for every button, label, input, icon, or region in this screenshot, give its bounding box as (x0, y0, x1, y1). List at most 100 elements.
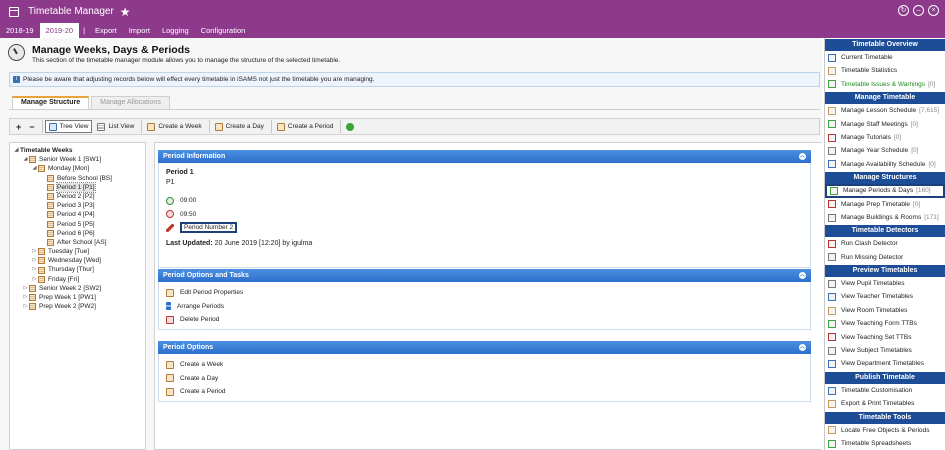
sidebar-item[interactable]: Timetable Statistics (825, 64, 945, 77)
tree-view-button[interactable]: Tree View (44, 120, 93, 133)
menu-item-2019-20[interactable]: 2019-20 (39, 23, 80, 38)
calendar-add-icon (214, 122, 223, 131)
tab-divider (9, 109, 820, 110)
tree-node[interactable]: ◢ Senior Week 1 [SW1] (10, 155, 145, 164)
collapse-icon[interactable]: ︿ (799, 153, 806, 160)
delete-period-link[interactable]: Delete Period (166, 313, 803, 327)
tree-node[interactable]: Period 2 [P2] (10, 192, 145, 201)
list-view-button[interactable]: List View (94, 120, 137, 133)
sidebar-item[interactable]: View Teaching Form TTBs (825, 317, 945, 330)
edit-period-properties-link[interactable]: Edit Period Properties (166, 286, 803, 300)
last-updated: Last Updated: 20 June 2019 [12:20] by ig… (166, 240, 803, 247)
tree-node[interactable]: Period 4 [P4] (10, 210, 145, 219)
sidebar-item-label: Manage Year Schedule (841, 147, 909, 155)
tree-node-label: Friday [Fri] (48, 275, 80, 283)
panel-header[interactable]: Period Information ︿ (158, 150, 811, 163)
tree-root[interactable]: ◢ Timetable Weeks (10, 146, 145, 155)
link-label: Create a Period (180, 388, 226, 396)
sidebar-item[interactable]: Current Timetable (825, 51, 945, 64)
sidebar-item[interactable]: View Department Timetables (825, 357, 945, 370)
expand-arrow-icon[interactable]: ▷ (31, 275, 38, 284)
sidebar-item[interactable]: View Teacher Timetables (825, 290, 945, 303)
sidebar-item[interactable]: Manage Prep Timetable [0] (825, 198, 945, 211)
panel-header[interactable]: Period Options and Tasks ︿ (158, 269, 811, 282)
sidebar-item[interactable]: Timetable Spreadsheets (825, 437, 945, 450)
menu-item-export[interactable]: Export (89, 23, 123, 38)
sidebar-item[interactable]: Locate Free Objects & Periods (825, 424, 945, 437)
expand-all-button[interactable]: + (13, 120, 24, 133)
menu-item-import[interactable]: Import (123, 23, 156, 38)
create-week-button[interactable]: Create a Week (144, 120, 204, 133)
menu-item-configuration[interactable]: Configuration (195, 23, 252, 38)
tree-node[interactable]: Period 1 [P1] (10, 181, 145, 193)
expand-arrow-icon[interactable]: ▷ (31, 265, 38, 274)
arrange-periods-link[interactable]: Arrange Periods (166, 300, 803, 314)
tree-node[interactable]: ◢ Monday [Mon] (10, 164, 145, 173)
menu-item-logging[interactable]: Logging (156, 23, 195, 38)
tree-node[interactable]: ▷ Prep Week 2 [PW2] (10, 302, 145, 311)
refresh-icon[interactable]: ↻ (898, 5, 909, 16)
favourite-star-icon[interactable]: ★ (120, 6, 131, 18)
menu-item-2018-19[interactable]: 2018-19 (0, 23, 40, 38)
sidebar-item-icon (828, 133, 836, 142)
tree-node[interactable]: ▷ Thursday [Thur] (10, 265, 145, 274)
tree-node[interactable]: ▷ Friday [Fri] (10, 275, 145, 284)
sidebar-item[interactable]: View Subject Timetables (825, 344, 945, 357)
tree-node[interactable]: Before School [BS] (10, 174, 145, 183)
tree-node[interactable]: Period 5 [P5] (10, 220, 145, 229)
create-week-link[interactable]: Create a Week (166, 358, 803, 372)
calendar-node-icon (47, 220, 54, 228)
collapse-icon[interactable]: ︿ (799, 344, 806, 351)
tree-node[interactable]: Period 3 [P3] (10, 201, 145, 210)
expand-arrow-icon[interactable]: ◢ (31, 164, 38, 173)
sidebar-item-label: Timetable Statistics (841, 67, 898, 75)
collapse-all-button[interactable]: − (26, 120, 37, 133)
sidebar-item[interactable]: Manage Lesson Schedule [7,615] (825, 104, 945, 117)
sidebar-item-icon (828, 120, 836, 129)
refresh-button[interactable] (343, 120, 360, 133)
create-day-link[interactable]: Create a Day (166, 372, 803, 386)
tree-node[interactable]: ▷ Senior Week 2 [SW2] (10, 284, 145, 293)
panel-header[interactable]: Period Options ︿ (158, 341, 811, 354)
tree-node[interactable]: Period 6 [P6] (10, 229, 145, 238)
sidebar-item[interactable]: View Room Timetables (825, 304, 945, 317)
minimize-icon[interactable]: – (913, 5, 924, 16)
create-period-link[interactable]: Create a Period (166, 385, 803, 399)
sidebar-item[interactable]: Manage Staff Meetings [0] (825, 118, 945, 131)
sidebar-item[interactable]: View Pupil Timetables (825, 277, 945, 290)
sidebar-item[interactable]: Manage Year Schedule [0] (825, 144, 945, 157)
collapse-arrow-icon[interactable]: ◢ (13, 146, 20, 155)
sidebar-item-icon (828, 80, 836, 89)
tree-node[interactable]: After School [AS] (10, 238, 145, 247)
sidebar-item[interactable]: Timetable Customisation (825, 384, 945, 397)
expand-arrow-icon[interactable]: ▷ (31, 247, 38, 256)
collapse-icon[interactable]: ︿ (799, 272, 806, 279)
sidebar-item[interactable]: Timetable Issues & Warnings [0] (825, 78, 945, 91)
sidebar-item[interactable]: Run Clash Detector (825, 237, 945, 250)
sidebar-item[interactable]: Manage Tutorials [0] (825, 131, 945, 144)
tab-manage-structure[interactable]: Manage Structure (12, 96, 90, 109)
create-period-button[interactable]: Create a Period (274, 120, 337, 133)
sidebar-item-icon (828, 213, 836, 222)
tree-node-label: Prep Week 1 [PW1] (39, 294, 96, 301)
sidebar-item[interactable]: Export & Print Timetables (825, 397, 945, 410)
sidebar-item[interactable]: Manage Buildings & Rooms [171] (825, 211, 945, 224)
calendar-node-icon (38, 248, 45, 256)
expand-arrow-icon[interactable]: ◢ (22, 155, 29, 164)
tab-manage-allocations[interactable]: Manage Allocations (91, 96, 170, 109)
expand-arrow-icon[interactable]: ▷ (22, 302, 29, 311)
sidebar-item[interactable]: Manage Periods & Days [160] (825, 184, 945, 198)
sidebar-item[interactable]: Manage Availability Schedule [0] (825, 158, 945, 171)
tree-node[interactable]: ▷ Prep Week 1 [PW1] (10, 293, 145, 302)
sidebar-item-label: Run Missing Detector (841, 253, 904, 261)
create-day-button[interactable]: Create a Day (212, 120, 267, 133)
tree-node-label: Period 3 [P3] (57, 202, 95, 210)
sidebar-item[interactable]: Run Missing Detector (825, 251, 945, 264)
tree-node[interactable]: ▷ Tuesday [Tue] (10, 247, 145, 256)
expand-arrow-icon[interactable]: ▷ (31, 256, 38, 265)
expand-arrow-icon[interactable]: ▷ (22, 293, 29, 302)
tree-node[interactable]: ▷ Wednesday [Wed] (10, 256, 145, 265)
expand-arrow-icon[interactable]: ▷ (22, 284, 29, 293)
sidebar-item[interactable]: View Teaching Set TTBs (825, 331, 945, 344)
close-icon[interactable]: × (928, 5, 939, 16)
